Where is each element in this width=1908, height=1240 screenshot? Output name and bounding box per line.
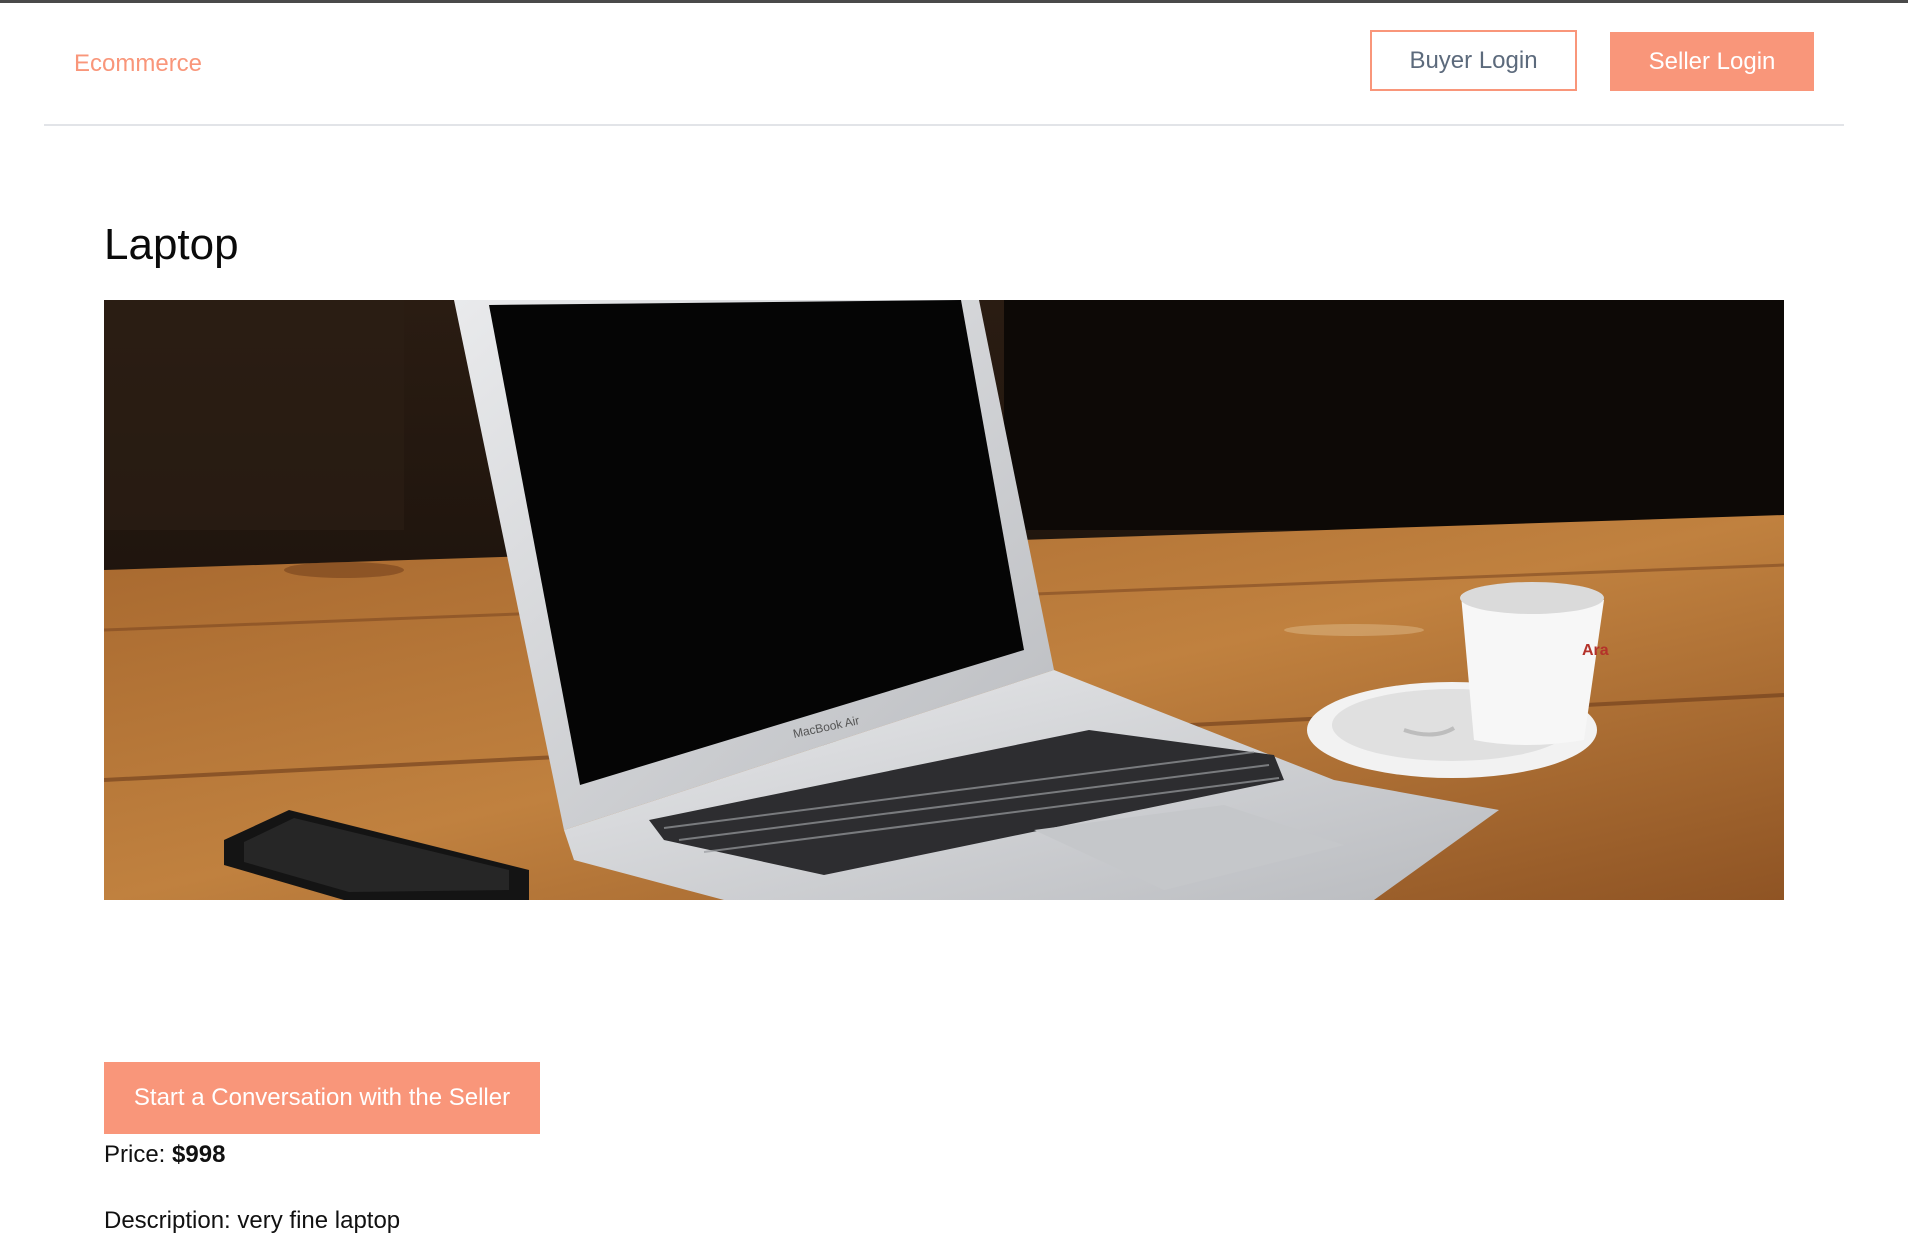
top-navigation: Ecommerce Buyer Login Seller Login <box>44 3 1844 126</box>
description-label: Description: <box>104 1207 231 1234</box>
product-description: Description: very fine laptop <box>104 1206 400 1236</box>
product-price: Price: $998 <box>104 1140 225 1170</box>
laptop-photo: MacBook Air Ara <box>104 300 1784 900</box>
description-value: very fine laptop <box>237 1207 401 1234</box>
brand-link[interactable]: Ecommerce <box>74 49 202 79</box>
price-value: $998 <box>172 1141 226 1168</box>
product-detail: Laptop MacBook Air Ara Price: $998 Descr… <box>104 210 1784 1234</box>
seller-login-button[interactable]: Seller Login <box>1610 32 1814 91</box>
buyer-login-button[interactable]: Buyer Login <box>1370 30 1577 91</box>
start-conversation-button[interactable]: Start a Conversation with the Seller <box>104 1062 540 1134</box>
product-image: MacBook Air Ara <box>104 300 1784 900</box>
price-label: Price: <box>104 1141 166 1168</box>
product-title: Laptop <box>104 220 239 269</box>
cup-print-text: Ara <box>1582 642 1609 659</box>
